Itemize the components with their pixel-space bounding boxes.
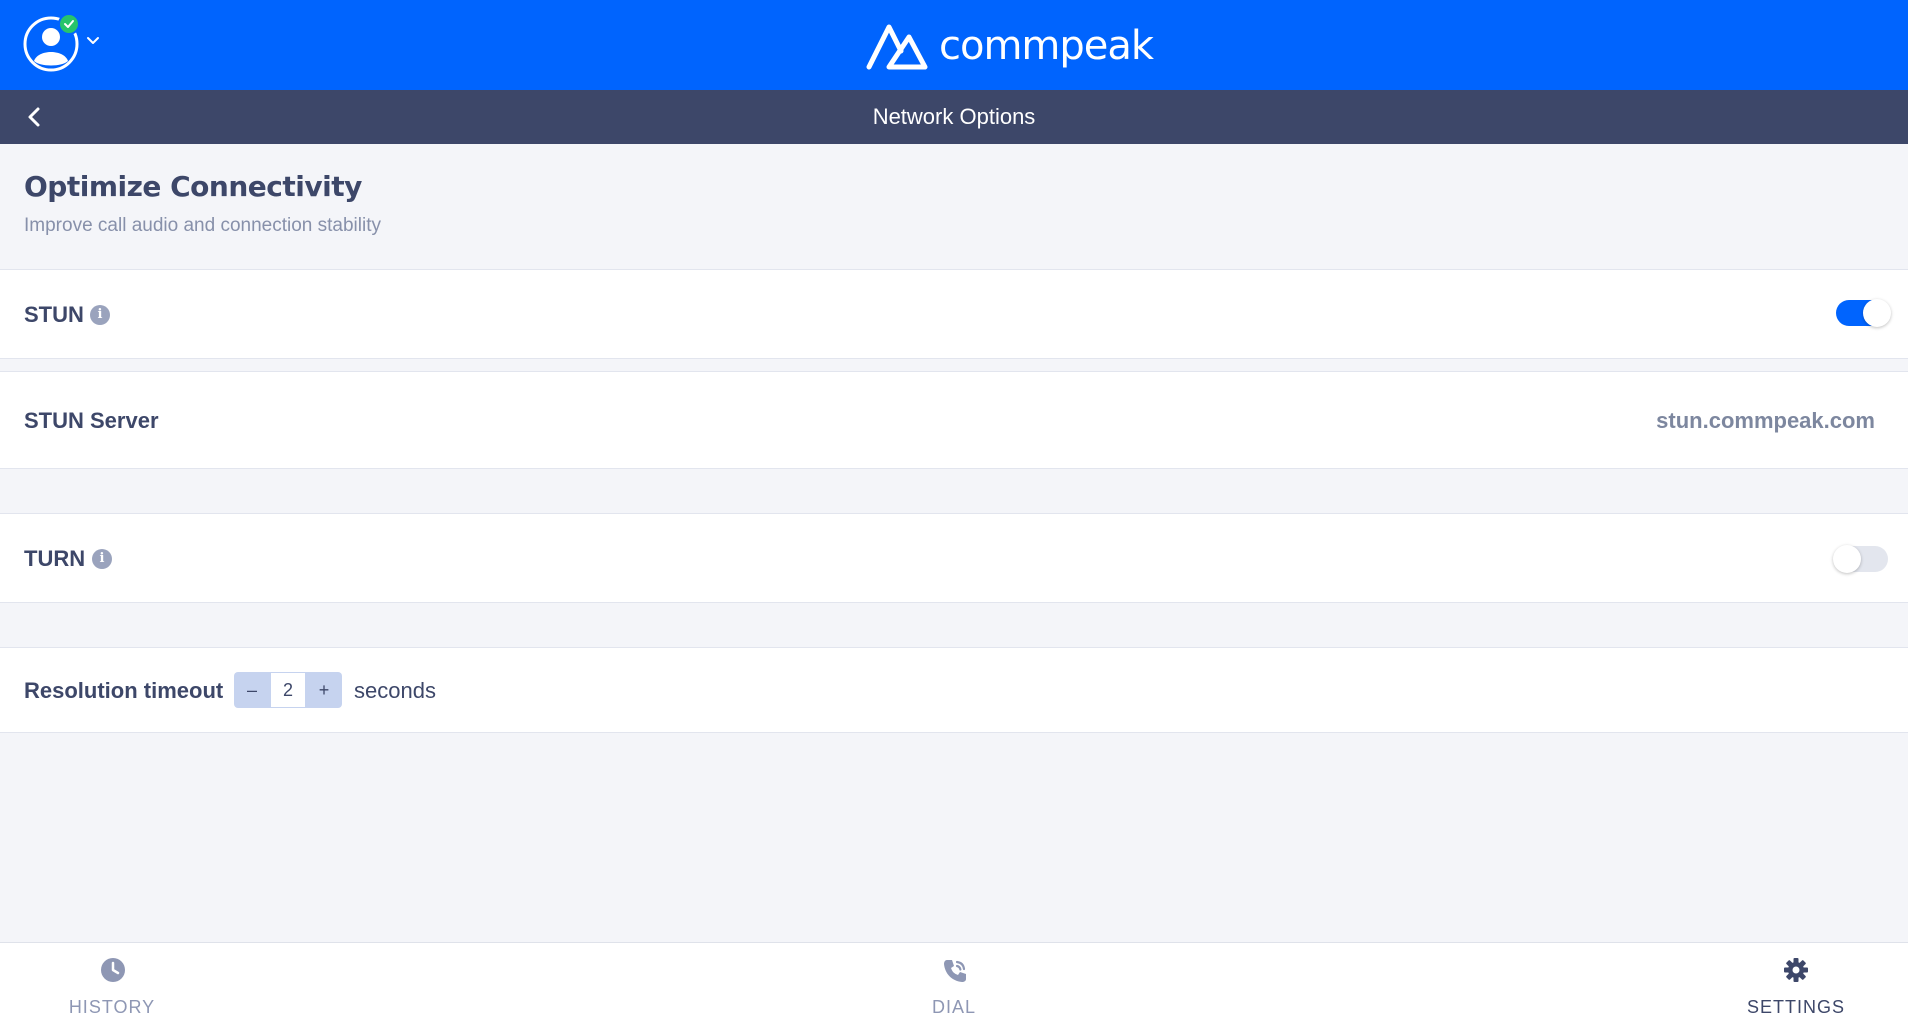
check-icon [64,20,74,28]
tab-label: SETTINGS [1746,997,1845,1017]
info-icon[interactable]: i [92,549,112,569]
section-title: Optimize Connectivity [24,170,362,203]
user-avatar-button[interactable] [22,13,82,75]
gear-icon [1784,958,1808,982]
brand-name: commpeak [939,23,1154,69]
tab-dial[interactable]: DIAL [894,943,1014,1022]
page-header: Network Options [0,90,1908,144]
info-icon[interactable]: i [90,305,110,325]
top-bar: commpeak [0,0,1908,90]
turn-label: TURN [24,546,86,571]
stun-row: STUN i [0,269,1908,359]
stun-label: STUN [24,302,84,327]
increment-button[interactable]: + [306,672,342,708]
section-heading: Optimize Connectivity Improve call audio… [24,170,381,237]
bottom-tab-bar: HISTORY DIAL SETTINGS [0,942,1908,1022]
toggle-knob [1833,545,1861,573]
chevron-down-icon[interactable] [86,36,100,46]
timeout-stepper: – + [234,672,342,708]
timeout-unit: seconds [354,678,436,703]
stun-toggle[interactable] [1836,299,1891,327]
tab-settings[interactable]: SETTINGS [1736,943,1856,1022]
tab-label: DIAL [931,997,977,1017]
clock-icon [101,958,125,982]
tab-history[interactable]: HISTORY [52,943,172,1022]
stun-server-row[interactable]: STUN Server stun.commpeak.com [0,371,1908,469]
stun-server-value[interactable]: stun.commpeak.com [1656,408,1875,434]
section-subtitle: Improve call audio and connection stabil… [24,215,381,236]
resolution-timeout-label: Resolution timeout [24,678,224,703]
commpeak-logo-icon [866,24,928,70]
turn-row: TURN i [0,513,1908,603]
stun-server-label: STUN Server [24,408,159,433]
online-status-badge [58,13,80,35]
turn-toggle[interactable] [1833,545,1888,573]
decrement-button[interactable]: – [234,672,270,708]
tab-label: HISTORY [68,997,156,1017]
toggle-knob [1863,299,1891,327]
page-title: Network Options [872,104,1036,129]
timeout-input[interactable] [270,672,306,708]
phone-icon [944,960,966,982]
brand-logo: commpeak [865,18,1154,74]
resolution-timeout-row: Resolution timeout – + seconds [0,647,1908,733]
